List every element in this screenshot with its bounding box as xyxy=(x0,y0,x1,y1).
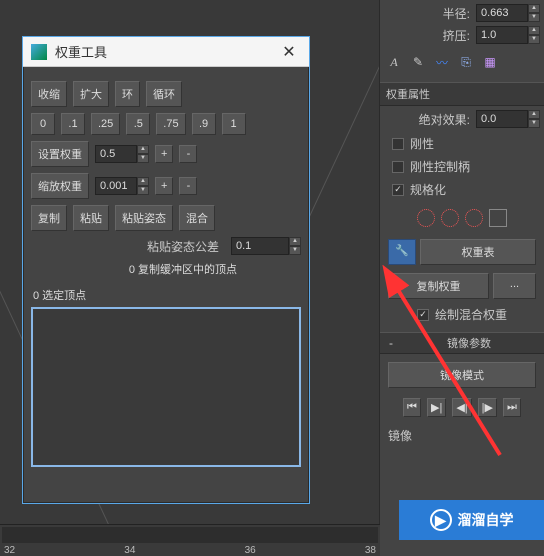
watermark: ▶ 溜溜自学 xyxy=(399,500,544,540)
abs-effect-spinner[interactable]: ▲▼ xyxy=(476,110,540,128)
buffer-note: 0 复制缓冲区中的顶点 xyxy=(31,261,301,277)
radius-input[interactable] xyxy=(476,4,528,22)
scale-weight-plus[interactable]: + xyxy=(155,177,173,195)
weight-vis-2-icon[interactable] xyxy=(441,209,459,227)
transport-next-all[interactable]: ⏭ xyxy=(503,398,521,417)
timeline-track[interactable] xyxy=(2,527,378,543)
abs-effect-label: 绝对效果: xyxy=(419,111,470,128)
grow-button[interactable]: 扩大 xyxy=(73,81,109,107)
selected-verts-label: 0 选定顶点 xyxy=(33,287,301,303)
rigid-checkbox[interactable] xyxy=(392,138,404,150)
collapse-icon: - xyxy=(386,336,396,350)
mirror-section-header[interactable]: - 镜像参数 xyxy=(380,332,544,354)
set-weight-spinner[interactable]: ▲▼ xyxy=(95,145,149,163)
copy-button[interactable]: 复制 xyxy=(31,205,67,231)
vertex-listbox[interactable] xyxy=(31,307,301,467)
rigid-handles-label: 刚性控制柄 xyxy=(410,158,470,175)
scale-weight-input[interactable] xyxy=(95,177,137,195)
transport-prev-all[interactable]: ⏮ xyxy=(403,398,421,417)
val-1[interactable]: .1 xyxy=(61,113,85,135)
paste-tol-spinner[interactable]: ▲▼ xyxy=(231,237,301,255)
radius-spinner[interactable]: ▲▼ xyxy=(476,4,540,22)
extrude-input[interactable] xyxy=(476,26,528,44)
tick: 38 xyxy=(365,545,376,556)
val-5[interactable]: .9 xyxy=(192,113,216,135)
val-0[interactable]: 0 xyxy=(31,113,55,135)
weight-table-button[interactable]: 权重表 xyxy=(420,239,536,265)
transport-prev[interactable]: ◀| xyxy=(452,398,471,417)
wrench-icon: 🔧 xyxy=(395,245,409,257)
close-icon: ✕ xyxy=(282,42,295,62)
spin-up[interactable]: ▲ xyxy=(528,26,540,35)
weight-tools-dialog: 权重工具 ✕ 收缩 扩大 环 循环 0 .1 .25 .5 .75 .9 1 设… xyxy=(22,36,310,504)
abs-effect-input[interactable] xyxy=(476,110,528,128)
wrench-button[interactable]: 🔧 xyxy=(388,239,416,265)
mirror-mode-button[interactable]: 镜像模式 xyxy=(388,362,536,388)
more-button[interactable]: ... xyxy=(493,273,536,299)
grid-icon[interactable]: ▦ xyxy=(482,54,498,70)
scale-weight-minus[interactable]: - xyxy=(179,177,197,195)
paste-button[interactable]: 粘贴 xyxy=(73,205,109,231)
copy-weight-button[interactable]: 复制权重 xyxy=(388,273,489,299)
weight-vis-3-icon[interactable] xyxy=(465,209,483,227)
paste-tol-input[interactable] xyxy=(231,237,289,255)
draw-mix-label: 绘制混合权重 xyxy=(435,306,507,323)
set-weight-plus[interactable]: + xyxy=(155,145,173,163)
close-button[interactable]: ✕ xyxy=(277,40,301,64)
curve-icon[interactable]: 〰 xyxy=(434,54,450,70)
val-3[interactable]: .5 xyxy=(126,113,150,135)
set-weight-button[interactable]: 设置权重 xyxy=(31,141,89,167)
weight-vis-4-icon[interactable] xyxy=(489,209,507,227)
spin-down[interactable]: ▼ xyxy=(528,35,540,44)
app-icon xyxy=(31,44,47,60)
val-6[interactable]: 1 xyxy=(222,113,246,135)
val-4[interactable]: .75 xyxy=(156,113,185,135)
spin-down[interactable]: ▼ xyxy=(528,119,540,128)
rigid-handles-checkbox[interactable] xyxy=(392,161,404,173)
scale-weight-button[interactable]: 缩放权重 xyxy=(31,173,89,199)
copy-icon[interactable]: ⎘ xyxy=(458,54,474,70)
scale-weight-spinner[interactable]: ▲▼ xyxy=(95,177,149,195)
ring-button[interactable]: 环 xyxy=(115,81,140,107)
play-icon: ▶ xyxy=(430,509,452,531)
loop-button[interactable]: 循环 xyxy=(146,81,182,107)
draw-mix-checkbox[interactable] xyxy=(417,309,429,321)
mirror-section-title: 镜像参数 xyxy=(400,335,538,351)
spin-up[interactable]: ▲ xyxy=(528,110,540,119)
dialog-title: 权重工具 xyxy=(55,42,269,61)
tick: 36 xyxy=(245,545,256,556)
extrude-label: 挤压: xyxy=(443,27,470,44)
weight-vis-1-icon[interactable] xyxy=(417,209,435,227)
mix-button[interactable]: 混合 xyxy=(179,205,215,231)
val-2[interactable]: .25 xyxy=(91,113,120,135)
set-weight-minus[interactable]: - xyxy=(179,145,197,163)
mirror-footer-label: 镜像 xyxy=(388,427,412,444)
normalize-label: 规格化 xyxy=(410,181,446,198)
paste-pose-button[interactable]: 粘贴姿态 xyxy=(115,205,173,231)
radius-label: 半径: xyxy=(443,5,470,22)
weight-props-section: 权重属性 xyxy=(380,82,544,106)
normalize-checkbox[interactable] xyxy=(392,184,404,196)
transport-fwd[interactable]: |▶ xyxy=(478,398,497,417)
timeline[interactable]: 32 34 36 38 xyxy=(0,524,380,556)
pen-icon[interactable]: ✎ xyxy=(410,54,426,70)
shrink-button[interactable]: 收缩 xyxy=(31,81,67,107)
spin-down[interactable]: ▼ xyxy=(528,13,540,22)
transport-next[interactable]: ▶| xyxy=(427,398,446,417)
extrude-spinner[interactable]: ▲▼ xyxy=(476,26,540,44)
tick: 32 xyxy=(4,545,15,556)
watermark-text: 溜溜自学 xyxy=(458,510,514,530)
tick: 34 xyxy=(124,545,135,556)
paste-tol-label: 粘贴姿态公差 xyxy=(147,238,219,255)
parameters-panel: 半径: ▲▼ 挤压: ▲▼ A ✎ 〰 ⎘ ▦ 权重属性 绝对效果: ▲▼ 刚性… xyxy=(379,0,544,556)
set-weight-input[interactable] xyxy=(95,145,137,163)
spin-up[interactable]: ▲ xyxy=(528,4,540,13)
rigid-label: 刚性 xyxy=(410,135,434,152)
text-icon[interactable]: A xyxy=(386,54,402,70)
dialog-titlebar[interactable]: 权重工具 ✕ xyxy=(23,37,309,67)
